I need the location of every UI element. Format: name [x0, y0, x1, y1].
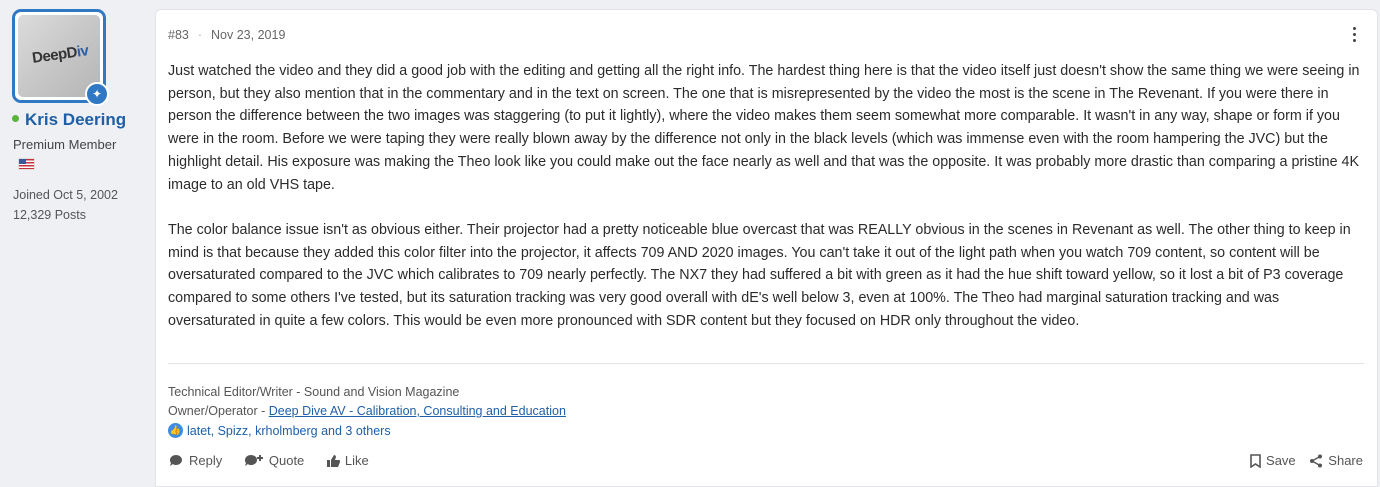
- share-button[interactable]: Share: [1309, 453, 1363, 468]
- post-date[interactable]: Nov 23, 2019: [211, 28, 285, 42]
- quote-button[interactable]: Quote: [244, 453, 304, 468]
- post-actions: Reply Quote Like: [168, 453, 387, 471]
- reply-icon: [170, 454, 182, 466]
- thumbs-up-icon: 👍: [168, 423, 183, 439]
- post-count: 12,329 Posts: [13, 208, 86, 222]
- avatar[interactable]: DeepDiv ✦: [12, 9, 109, 106]
- username[interactable]: Kris Deering: [12, 110, 126, 130]
- avatar-logo: DeepDiv: [31, 42, 90, 67]
- premium-badge-icon: ✦: [85, 82, 109, 106]
- more-options-icon[interactable]: [1353, 27, 1357, 45]
- bookmark-icon: [1250, 453, 1261, 468]
- reply-button[interactable]: Reply: [168, 453, 222, 468]
- join-date: Joined Oct 5, 2002: [13, 188, 118, 202]
- signature-line: Technical Editor/Writer - Sound and Visi…: [168, 385, 460, 399]
- reactions[interactable]: 👍 latet, Spizz, krholmberg and 3 others: [168, 423, 391, 439]
- share-icon: [1310, 454, 1323, 467]
- quote-icon: [244, 454, 263, 466]
- signature-line: Owner/Operator - Deep Dive AV - Calibrat…: [168, 404, 566, 418]
- like-button[interactable]: Like: [326, 453, 369, 468]
- signature-link[interactable]: Deep Dive AV - Calibration, Consulting a…: [269, 404, 566, 418]
- post-paragraph: The color balance issue isn't as obvious…: [168, 221, 1351, 329]
- user-panel: DeepDiv ✦ Kris Deering Premium Member Jo…: [0, 0, 150, 485]
- thumbs-up-icon: [326, 454, 340, 467]
- post-meta: #83 · Nov 23, 2019: [168, 28, 286, 42]
- user-title: Premium Member: [13, 137, 117, 152]
- post-card: #83 · Nov 23, 2019 Just watched the video …: [155, 9, 1378, 487]
- save-button[interactable]: Save: [1250, 453, 1296, 468]
- signature-divider: [168, 363, 1364, 364]
- post-paragraph: Just watched the video and they did a go…: [168, 63, 1360, 193]
- post-actions-secondary: Save Share: [1240, 453, 1363, 471]
- post-number[interactable]: #83: [168, 28, 189, 42]
- post-body: Just watched the video and they did a go…: [168, 60, 1364, 355]
- us-flag-icon: [18, 158, 35, 170]
- online-status-icon: [12, 115, 19, 123]
